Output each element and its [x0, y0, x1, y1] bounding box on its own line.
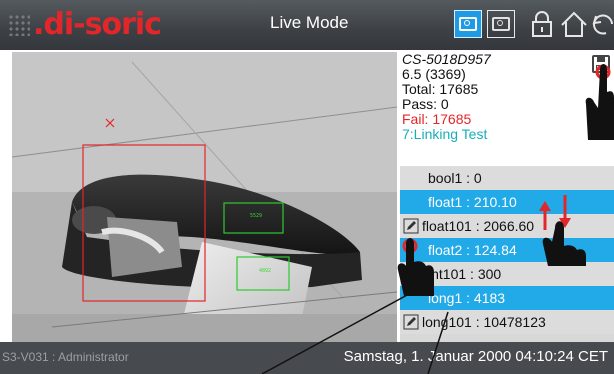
list-item[interactable]: float1 : 210.10 [400, 190, 614, 214]
list-item[interactable]: float101 : 2066.60 [400, 214, 614, 238]
list-item[interactable]: long101 : 10478123 [400, 310, 614, 334]
list-item-label: bool1 : 0 [428, 170, 482, 186]
snapshot-camera-button[interactable] [487, 10, 515, 38]
logo-dots-icon [8, 14, 30, 36]
inspection-stats: CS-5018D957 6.5 (3369) Total: 17685 Pass… [402, 52, 608, 142]
save-button[interactable] [592, 55, 610, 73]
list-item[interactable]: bool1 : 0 [400, 166, 614, 190]
list-item-label: float101 : 2066.60 [422, 218, 535, 234]
list-item-label: int101 : 300 [428, 266, 502, 282]
live-camera-button[interactable] [454, 10, 482, 38]
list-item-label: long101 : 10478123 [422, 314, 546, 330]
list-item-label: long1 : 4183 [428, 290, 506, 306]
results-list[interactable]: bool1 : 0 float1 : 210.10 float101 : 206… [400, 166, 614, 342]
undo-arrow-icon [592, 14, 613, 35]
roi-label: 4892 [259, 268, 272, 274]
lock-button[interactable] [530, 10, 554, 38]
back-button[interactable] [592, 10, 614, 38]
total-count: Total: 17685 [402, 81, 479, 97]
list-item[interactable]: float2 : 124.84 [400, 238, 614, 262]
camera-icon [459, 17, 477, 31]
brand-name: .di-soric [33, 7, 162, 42]
lock-icon [532, 11, 552, 37]
list-item[interactable]: int101 : 300 [400, 262, 614, 286]
fail-count: Fail: 17685 [402, 111, 472, 127]
roi-label: 5529 [250, 213, 263, 219]
device-id: CS-5018D957 [402, 51, 491, 67]
brand-logo: .di-soric [8, 7, 162, 43]
active-test: 7:Linking Test [402, 126, 488, 142]
camera-scene [12, 52, 397, 342]
status-bar: S3-V031 : Administrator Samstag, 1. Janu… [0, 342, 614, 374]
list-item-label: float2 : 124.84 [428, 242, 517, 258]
home-icon [561, 11, 587, 37]
list-item[interactable]: long1 : 4183 [400, 286, 614, 310]
pass-count: Pass: 0 [402, 96, 449, 112]
user-info: S3-V031 : Administrator [2, 350, 129, 364]
pencil-icon[interactable] [403, 314, 419, 330]
top-bar: .di-soric Live Mode [0, 0, 614, 50]
device-screen: .di-soric Live Mode 5529 4892 CS-5018D95… [0, 0, 614, 374]
datetime: Samstag, 1. Januar 2000 04:10:24 CET [343, 348, 608, 365]
camera-icon [492, 17, 510, 31]
page-title: Live Mode [270, 13, 349, 32]
live-camera-image[interactable]: 5529 4892 [12, 52, 397, 342]
pencil-icon[interactable] [403, 218, 419, 234]
result-value: 6.5 (3369) [402, 66, 466, 82]
home-button[interactable] [560, 10, 588, 38]
list-item-label: float1 : 210.10 [428, 194, 517, 210]
